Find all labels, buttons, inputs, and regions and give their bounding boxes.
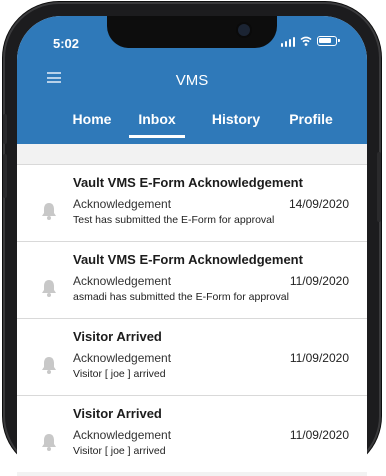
bell-icon: [42, 434, 56, 451]
list-item[interactable]: Vault VMS E-Form Acknowledgement Acknowl…: [17, 164, 367, 241]
item-date: 11/09/2020: [289, 274, 349, 288]
list-item[interactable]: Visitor Arrived Acknowledgement 11/09/20…: [17, 318, 367, 395]
status-time: 5:02: [53, 36, 80, 51]
tab-profile[interactable]: Profile: [285, 106, 337, 144]
item-date: 11/09/2020: [289, 428, 349, 442]
phone-frame: 5:02 VMS Home Inbox History Profile Vaul…: [3, 2, 381, 476]
volume-button: [3, 154, 7, 198]
inbox-list: Vault VMS E-Form Acknowledgement Acknowl…: [17, 164, 367, 472]
item-type: Acknowledgement: [73, 274, 172, 288]
item-type: Acknowledgement: [73, 428, 172, 442]
item-title: Vault VMS E-Form Acknowledgement: [73, 175, 303, 190]
mute-switch: [3, 114, 7, 144]
item-message: asmadi has submitted the E-Form for appr…: [73, 291, 289, 303]
item-message: Visitor [ joe ] arrived: [73, 368, 166, 380]
bell-icon: [42, 280, 56, 297]
notch: [107, 16, 277, 48]
item-date: 11/09/2020: [289, 351, 349, 365]
item-message: Visitor [ joe ] arrived: [73, 445, 166, 457]
status-icons: [280, 35, 340, 47]
tab-history[interactable]: History: [207, 106, 265, 144]
item-type: Acknowledgement: [73, 197, 172, 211]
power-button: [377, 152, 381, 222]
list-item[interactable]: Visitor Arrived Acknowledgement 11/09/20…: [17, 395, 367, 472]
screen: 5:02 VMS Home Inbox History Profile Vaul…: [17, 16, 367, 476]
item-title: Visitor Arrived: [73, 329, 162, 344]
tab-bar: Home Inbox History Profile: [17, 106, 367, 144]
app-title: VMS: [175, 72, 209, 89]
bell-icon: [42, 203, 56, 220]
battery-icon: [317, 36, 340, 46]
item-title: Visitor Arrived: [73, 406, 162, 421]
tab-home[interactable]: Home: [67, 106, 117, 144]
bell-icon: [42, 357, 56, 374]
list-item[interactable]: Vault VMS E-Form Acknowledgement Acknowl…: [17, 241, 367, 318]
item-title: Vault VMS E-Form Acknowledgement: [73, 252, 303, 267]
signal-icon: [280, 36, 295, 47]
tab-inbox[interactable]: Inbox: [129, 106, 185, 144]
item-message: Test has submitted the E-Form for approv…: [73, 214, 275, 226]
wifi-icon: [300, 36, 312, 46]
camera-icon: [238, 24, 250, 36]
item-date: 14/09/2020: [288, 197, 349, 211]
item-type: Acknowledgement: [73, 351, 172, 365]
